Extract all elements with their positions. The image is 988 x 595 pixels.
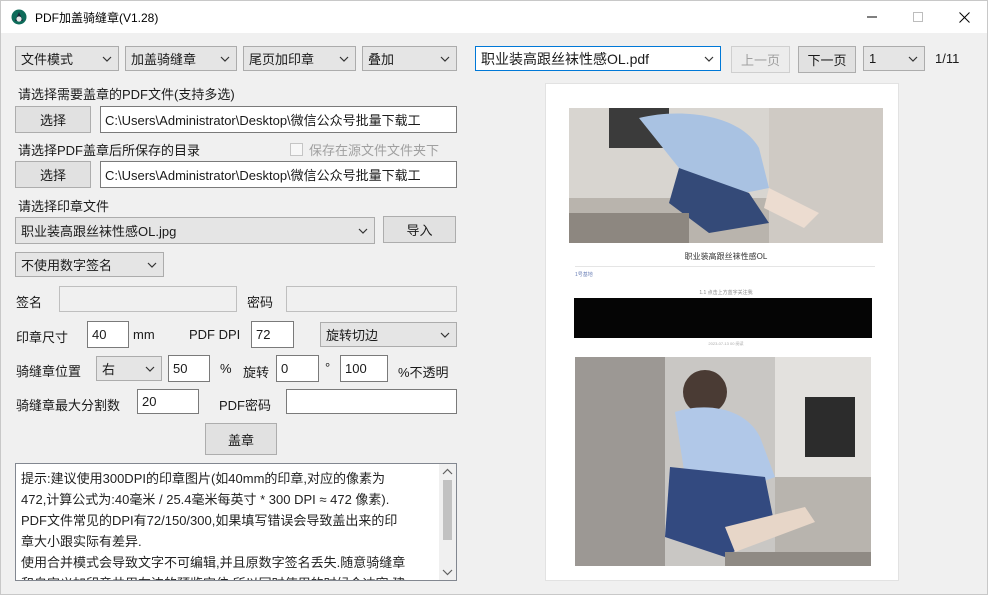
mode-select-value: 文件模式 bbox=[21, 52, 74, 67]
position-label: 骑缝章位置 bbox=[16, 364, 82, 379]
notes-textarea[interactable]: 提示:建议使用300DPI的印章图片(如40mm的印章,对应的像素为 472,计… bbox=[15, 463, 457, 581]
source-path-input[interactable]: C:\Users\Administrator\Desktop\微信公众号批量下载… bbox=[100, 106, 457, 133]
app-icon bbox=[11, 9, 27, 25]
chevron-down-icon bbox=[336, 51, 352, 67]
file-select[interactable]: 职业装高跟丝袜性感OL.pdf bbox=[475, 46, 721, 71]
stamp-type-value: 加盖骑缝章 bbox=[131, 52, 197, 67]
close-button[interactable] bbox=[941, 1, 987, 33]
scroll-down-icon[interactable] bbox=[442, 567, 453, 577]
chevron-down-icon bbox=[99, 51, 115, 67]
chevron-down-icon bbox=[905, 51, 921, 67]
position-select[interactable]: 右 bbox=[96, 356, 162, 381]
rotate-mode-value: 旋转切边 bbox=[326, 328, 379, 343]
source-label: 请选择需要盖章的PDF文件(支持多选) bbox=[18, 87, 235, 102]
minimize-icon bbox=[867, 16, 877, 18]
stamp-button[interactable]: 盖章 bbox=[205, 423, 277, 455]
page-select-value: 1 bbox=[869, 51, 877, 66]
rotate-input[interactable]: 0 bbox=[276, 355, 319, 382]
stamp-file-select[interactable]: 职业装高跟丝袜性感OL.jpg bbox=[15, 217, 375, 244]
scroll-up-icon[interactable] bbox=[442, 467, 453, 477]
last-page-select[interactable]: 尾页加印章 bbox=[243, 46, 356, 71]
stamp-file-value: 职业装高跟丝袜性感OL.jpg bbox=[21, 224, 177, 239]
select-output-button[interactable]: 选择 bbox=[15, 161, 91, 188]
select-source-button[interactable]: 选择 bbox=[15, 106, 91, 133]
title-bar: PDF加盖骑缝章(V1.28) bbox=[1, 1, 987, 33]
dpi-input[interactable]: 72 bbox=[251, 321, 294, 348]
preview-black-banner bbox=[574, 298, 872, 338]
app-window: PDF加盖骑缝章(V1.28) 文件模式 加盖骑缝章 尾页加印章 叠加 职业装高… bbox=[0, 0, 988, 595]
notes-text: 提示:建议使用300DPI的印章图片(如40mm的印章,对应的像素为 472,计… bbox=[21, 468, 439, 580]
output-path-input[interactable]: C:\Users\Administrator\Desktop\微信公众号批量下载… bbox=[100, 161, 457, 188]
notes-line: 和自定义加印章共用左边的预览定位,所以同时使用的时候会冲突,建 bbox=[21, 573, 439, 580]
position-value: 右 bbox=[102, 362, 116, 377]
mode-select[interactable]: 文件模式 bbox=[15, 46, 119, 71]
preview-author: 1号基地 bbox=[575, 272, 593, 278]
chevron-down-icon bbox=[142, 361, 158, 377]
notes-line: 472,计算公式为:40毫米 / 25.4毫米每英寸 * 300 DPI ≈ 4… bbox=[21, 492, 390, 507]
save-in-source-label: 保存在源文件文件夹下 bbox=[309, 143, 440, 158]
stamp-file-label: 请选择印章文件 bbox=[18, 199, 110, 214]
pdf-password-label: PDF密码 bbox=[219, 398, 272, 413]
import-button[interactable]: 导入 bbox=[383, 216, 456, 243]
scroll-thumb[interactable] bbox=[443, 480, 452, 540]
page-count: 1/11 bbox=[935, 51, 960, 66]
max-split-label: 骑缝章最大分割数 bbox=[16, 398, 121, 413]
pdf-password-input[interactable] bbox=[286, 389, 457, 414]
notes-line: 使用合并模式会导致文字不可编辑,并且原数字签名丢失.随意骑缝章 bbox=[21, 555, 406, 570]
signature-password-label: 密码 bbox=[247, 295, 274, 310]
next-page-button[interactable]: 下一页 bbox=[798, 46, 856, 73]
stamp-size-label: 印章尺寸 bbox=[16, 330, 69, 345]
preview-divider bbox=[575, 266, 875, 267]
save-in-source-checkbox[interactable] bbox=[290, 143, 303, 156]
preview-photo-top bbox=[569, 108, 883, 243]
last-page-value: 尾页加印章 bbox=[249, 52, 315, 67]
overlay-select[interactable]: 叠加 bbox=[362, 46, 457, 71]
file-select-value: 职业装高跟丝袜性感OL.pdf bbox=[481, 50, 650, 67]
preview-photo-bottom bbox=[575, 357, 871, 566]
signature-password-input[interactable] bbox=[286, 286, 457, 312]
overlay-value: 叠加 bbox=[368, 52, 395, 67]
signature-name-label: 签名 bbox=[16, 295, 43, 310]
prev-page-button[interactable]: 上一页 bbox=[731, 46, 790, 73]
window-title: PDF加盖骑缝章(V1.28) bbox=[35, 11, 159, 25]
preview-follow-hint: 1.1 点击上方蓝字关注我 bbox=[699, 290, 753, 296]
minimize-button[interactable] bbox=[849, 1, 895, 33]
chevron-down-icon bbox=[144, 257, 160, 273]
rotate-mode-select[interactable]: 旋转切边 bbox=[320, 322, 457, 347]
notes-line: 提示:建议使用300DPI的印章图片(如40mm的印章,对应的像素为 bbox=[21, 471, 386, 486]
stamp-size-input[interactable]: 40 bbox=[87, 321, 129, 348]
chevron-down-icon bbox=[701, 51, 717, 67]
pdf-preview[interactable]: 职业装高跟丝袜性感OL 1号基地 1.1 点击上方蓝字关注我 2023-07-1… bbox=[545, 83, 899, 581]
output-label: 请选择PDF盖章后所保存的目录 bbox=[18, 143, 201, 158]
notes-line: 章大小跟实际有差异. bbox=[21, 534, 142, 549]
notes-scrollbar[interactable] bbox=[439, 464, 456, 580]
percent-sign: % bbox=[220, 361, 232, 376]
signature-name-input[interactable] bbox=[59, 286, 237, 312]
rotate-label: 旋转 bbox=[243, 365, 270, 380]
signature-mode-select[interactable]: 不使用数字签名 bbox=[15, 252, 164, 277]
stamp-type-select[interactable]: 加盖骑缝章 bbox=[125, 46, 237, 71]
signature-mode-value: 不使用数字签名 bbox=[21, 258, 113, 273]
dpi-label: PDF DPI bbox=[189, 327, 241, 342]
opacity-label: %不透明 bbox=[398, 365, 449, 380]
chevron-down-icon bbox=[355, 223, 371, 239]
close-icon bbox=[958, 11, 970, 23]
stamp-size-unit: mm bbox=[133, 327, 155, 342]
preview-page: 职业装高跟丝袜性感OL 1号基地 1.1 点击上方蓝字关注我 2023-07-1… bbox=[569, 108, 883, 578]
page-select[interactable]: 1 bbox=[863, 46, 925, 71]
degree-sign: ° bbox=[325, 360, 331, 375]
chevron-down-icon bbox=[217, 51, 233, 67]
preview-date: 2023-07-13 00 阅读 bbox=[708, 341, 744, 346]
max-split-input[interactable]: 20 bbox=[137, 389, 199, 414]
position-percent-input[interactable]: 50 bbox=[168, 355, 210, 382]
preview-article-title: 职业装高跟丝袜性感OL bbox=[684, 252, 768, 261]
opacity-input[interactable]: 100 bbox=[340, 355, 388, 382]
notes-line: PDF文件常见的DPI有72/150/300,如果填写错误会导致盖出来的印 bbox=[21, 513, 398, 528]
chevron-down-icon bbox=[437, 51, 453, 67]
chevron-down-icon bbox=[437, 327, 453, 343]
maximize-button[interactable] bbox=[895, 1, 941, 33]
maximize-icon bbox=[913, 12, 923, 22]
